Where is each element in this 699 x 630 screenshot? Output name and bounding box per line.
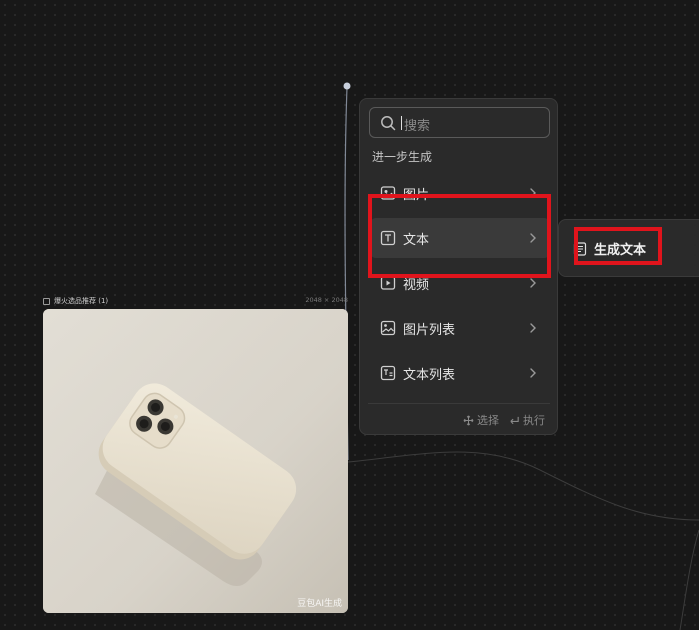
search-placeholder: 搜索 xyxy=(404,119,431,134)
menu-item-label: 图片列表 xyxy=(403,323,456,338)
image-node[interactable]: 豆包AI生成 xyxy=(43,309,348,613)
menu-footer-hints: 选择 执行 xyxy=(463,412,545,428)
select-hint: 选择 xyxy=(463,412,499,428)
menu-item-image-list[interactable]: 图片列表 xyxy=(370,308,550,348)
image-icon xyxy=(43,297,50,305)
menu-item-text-list[interactable]: 文本列表 xyxy=(370,353,550,393)
image-node-title: 爆火选品推荐 (1) xyxy=(54,297,109,305)
connector-handle[interactable] xyxy=(343,82,351,90)
phone-case-photo xyxy=(43,309,348,613)
image-dimensions: 2048 × 2048 xyxy=(305,296,348,304)
highlight-box-generate-text xyxy=(574,227,662,265)
execute-hint-label: 执行 xyxy=(523,414,545,427)
section-label: 进一步生成 xyxy=(372,150,433,164)
highlight-box-text-item xyxy=(368,194,551,278)
menu-item-label: 文本列表 xyxy=(403,368,456,383)
image-list-icon xyxy=(380,320,396,336)
enter-key-icon xyxy=(510,416,519,424)
text-caret xyxy=(401,116,402,130)
search-icon xyxy=(381,116,396,131)
search-input[interactable]: 搜索 xyxy=(369,107,550,138)
chevron-right-icon xyxy=(530,368,536,378)
image-node-header: 爆火选品推荐 (1) 2048 × 2048 xyxy=(43,296,348,308)
ai-watermark: 豆包AI生成 xyxy=(297,599,342,609)
move-arrows-icon xyxy=(463,415,474,425)
execute-hint: 执行 xyxy=(509,412,545,428)
text-list-icon xyxy=(380,365,396,381)
menu-divider xyxy=(368,403,550,404)
select-hint-label: 选择 xyxy=(477,414,499,427)
chevron-right-icon xyxy=(530,278,536,288)
chevron-right-icon xyxy=(530,323,536,333)
